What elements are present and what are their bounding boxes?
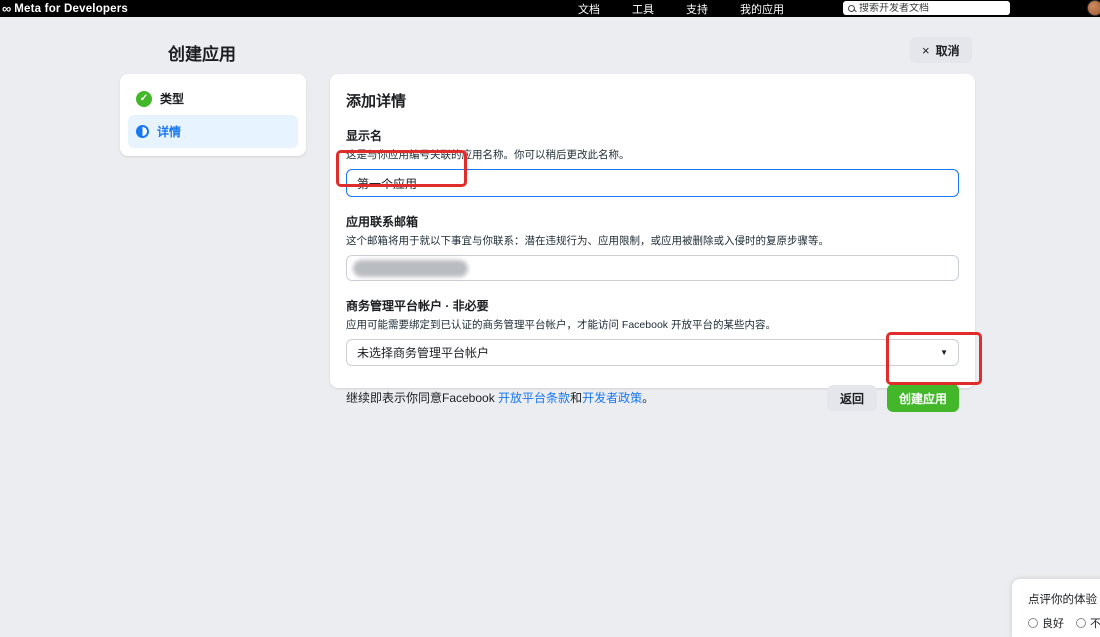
radio-icon	[1028, 618, 1038, 628]
form-footer: 继续即表示你同意Facebook 开放平台条款和开发者政策。 返回 创建应用	[346, 384, 959, 412]
meta-logo-text: Meta for Developers	[14, 3, 128, 15]
topbar: ∞ Meta for Developers 文档 工具 支持 我的应用	[0, 0, 1100, 17]
agreement-prefix: 继续即表示你同意Facebook	[346, 391, 498, 405]
chevron-down-icon: ▼	[940, 348, 948, 357]
nav-item-tools[interactable]: 工具	[632, 1, 654, 17]
agreement-middle: 和	[570, 391, 582, 405]
search-box[interactable]	[843, 1, 1010, 15]
feedback-option-bad-label: 不	[1090, 615, 1100, 631]
progress-half-circle-icon	[136, 125, 149, 138]
developer-policy-link[interactable]: 开发者政策	[582, 391, 642, 405]
business-account-select[interactable]: 未选择商务管理平台帐户 ▼	[346, 339, 959, 366]
check-icon: ✓	[136, 91, 152, 107]
search-input[interactable]	[859, 3, 1005, 14]
form-heading: 添加详情	[346, 90, 959, 111]
search-icon	[848, 5, 855, 12]
cancel-button[interactable]: × 取消	[910, 37, 972, 63]
display-name-label: 显示名	[346, 127, 959, 144]
top-nav: 文档 工具 支持 我的应用	[578, 0, 784, 17]
feedback-title: 点评你的体验	[1028, 591, 1100, 607]
platform-terms-link[interactable]: 开放平台条款	[498, 391, 570, 405]
feedback-options: 良好 不	[1028, 615, 1100, 631]
business-account-help: 应用可能需要绑定到已认证的商务管理平台帐户，才能访问 Facebook 开放平台…	[346, 317, 959, 332]
business-account-label: 商务管理平台帐户 · 非必要	[346, 297, 959, 314]
business-account-selected-value: 未选择商务管理平台帐户	[357, 344, 489, 361]
page-title: 创建应用	[168, 40, 236, 65]
details-card: 添加详情 显示名 这是与你应用编号关联的应用名称。你可以稍后更改此名称。 应用联…	[330, 74, 975, 388]
create-app-button[interactable]: 创建应用	[887, 384, 959, 412]
display-name-field: 显示名 这是与你应用编号关联的应用名称。你可以稍后更改此名称。	[346, 127, 959, 197]
close-icon: ×	[922, 44, 930, 57]
contact-email-field: 应用联系邮箱 这个邮箱将用于就以下事宜与你联系：潜在违规行为、应用限制，或应用被…	[346, 213, 959, 281]
contact-email-help: 这个邮箱将用于就以下事宜与你联系：潜在违规行为、应用限制，或应用被删除或入侵时的…	[346, 233, 959, 248]
step-type-label: 类型	[160, 90, 184, 107]
agreement-suffix: 。	[642, 391, 654, 405]
step-details[interactable]: 详情	[128, 115, 298, 148]
radio-icon	[1076, 618, 1086, 628]
nav-item-docs[interactable]: 文档	[578, 1, 600, 17]
feedback-option-good[interactable]: 良好	[1028, 615, 1064, 631]
business-account-field: 商务管理平台帐户 · 非必要 应用可能需要绑定到已认证的商务管理平台帐户，才能访…	[346, 297, 959, 366]
step-details-label: 详情	[157, 123, 181, 140]
display-name-help: 这是与你应用编号关联的应用名称。你可以稍后更改此名称。	[346, 147, 959, 162]
feedback-option-good-label: 良好	[1042, 615, 1064, 631]
cancel-label: 取消	[936, 42, 960, 59]
back-button[interactable]: 返回	[827, 385, 877, 411]
agreement-text: 继续即表示你同意Facebook 开放平台条款和开发者政策。	[346, 390, 827, 407]
meta-logo[interactable]: ∞ Meta for Developers	[2, 0, 128, 17]
step-type[interactable]: ✓ 类型	[128, 82, 298, 115]
meta-logo-icon: ∞	[2, 2, 11, 15]
display-name-input[interactable]	[346, 169, 959, 197]
nav-item-support[interactable]: 支持	[686, 1, 708, 17]
avatar[interactable]	[1087, 0, 1100, 16]
contact-email-input[interactable]	[346, 255, 959, 281]
feedback-panel: 点评你的体验 良好 不	[1012, 579, 1100, 637]
steps-card: ✓ 类型 详情	[120, 74, 306, 156]
contact-email-label: 应用联系邮箱	[346, 213, 959, 230]
redacted-email-blur	[353, 260, 468, 277]
feedback-option-bad[interactable]: 不	[1076, 615, 1100, 631]
nav-item-my-apps[interactable]: 我的应用	[740, 1, 784, 17]
